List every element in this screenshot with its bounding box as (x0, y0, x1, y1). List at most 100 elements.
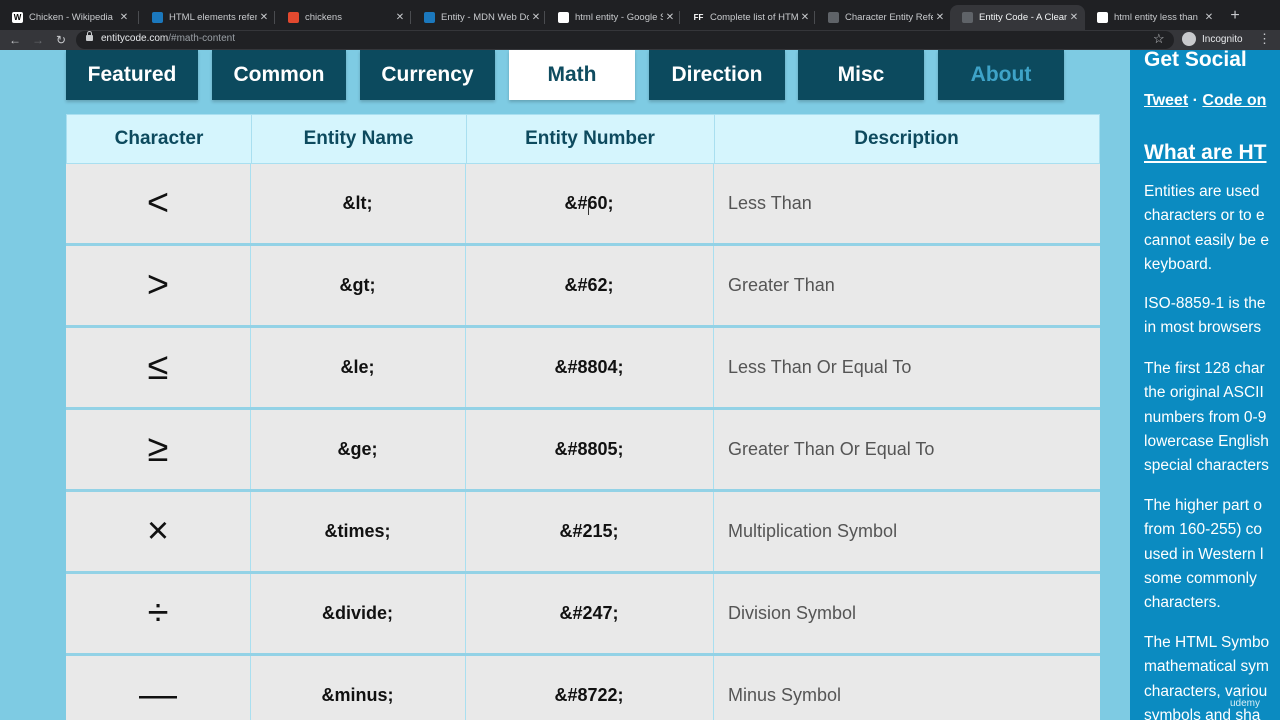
back-icon[interactable]: ← (7, 32, 23, 48)
column-divider (250, 164, 251, 243)
browser-tab[interactable]: W Chicken - Wikipedia ✕ (0, 5, 135, 30)
entity-description: Division Symbol (728, 603, 857, 623)
close-tab-icon[interactable]: ✕ (1202, 12, 1216, 23)
column-divider (250, 246, 251, 325)
browser-tab[interactable]: html entity less than ✕ (1085, 5, 1220, 30)
browser-tab[interactable]: Entity Code - A Clean ✕ (950, 5, 1085, 30)
paragraph-line: from 160-255) co (1144, 521, 1263, 539)
tab-favicon-icon: W (12, 12, 23, 23)
table-row: ÷ &divide; &#247; Division Symbol (66, 574, 1100, 656)
close-tab-icon[interactable]: ✕ (117, 12, 131, 23)
entity-number: &#8805; (554, 439, 624, 459)
nav-tab-featured[interactable]: Featured (66, 50, 198, 100)
paragraph-line: lowercase English (1144, 432, 1269, 450)
paragraph-line: numbers from 0-9 (1144, 408, 1267, 426)
tab-separator (410, 11, 411, 24)
address-bar[interactable]: entitycode.com/#math-content (76, 31, 1174, 49)
browser-tab[interactable]: FF Complete list of HTML ✕ (681, 5, 816, 30)
browser-tab[interactable]: Character Entity Reference✕ (816, 5, 951, 30)
table-row: ≤ &le; &#8804; Less Than Or Equal To (66, 328, 1100, 410)
entity-character: ≥ (147, 428, 169, 470)
paragraph-line: characters or to e (1144, 207, 1265, 225)
entity-name: &divide; (321, 603, 393, 623)
entity-number: &#247; (559, 603, 619, 623)
column-divider (465, 656, 466, 720)
reload-icon[interactable]: ↻ (53, 32, 69, 48)
url-host: entitycode.com (101, 33, 169, 44)
nav-tab-direction[interactable]: Direction (649, 50, 785, 100)
tab-favicon-icon (152, 12, 163, 23)
column-divider (465, 492, 466, 571)
entity-description: Less Than Or Equal To (728, 357, 912, 377)
paragraph-line: some commonly (1144, 569, 1257, 587)
tab-separator (544, 11, 545, 24)
close-tab-icon[interactable]: ✕ (1067, 12, 1081, 23)
browser-tab[interactable]: HTML elements reference✕ (140, 5, 275, 30)
column-divider (250, 410, 251, 489)
entity-character: < (146, 182, 170, 224)
table-row: — &minus; &#8722; Minus Symbol (66, 656, 1100, 720)
tab-title: Entity - MDN Web Docs (441, 12, 529, 23)
paragraph-line: in most browsers (1144, 319, 1262, 337)
paragraph-line: cannot easily be e (1144, 231, 1269, 249)
column-divider (713, 410, 714, 489)
close-tab-icon[interactable]: ✕ (529, 12, 543, 23)
nav-tab-currency[interactable]: Currency (360, 50, 495, 100)
entity-name: &minus; (321, 685, 394, 705)
tab-title: Entity Code - A Clean (979, 12, 1067, 23)
table-row: ≥ &ge; &#8805; Greater Than Or Equal To (66, 410, 1100, 492)
tab-title: Character Entity Reference (845, 12, 933, 23)
sidebar-paragraph: The higher part o from 160-255) co used in… (1144, 494, 1280, 615)
url-path: /#math-content (168, 33, 235, 44)
table-header: Character Entity Name Entity Number Desc… (66, 114, 1100, 164)
get-social-heading: Get Social (1144, 50, 1247, 71)
table-body: < &lt; &#60; Less Than > &gt; &#62; Greater Tha… (66, 164, 1100, 720)
column-divider (465, 410, 466, 489)
nav-tab-misc[interactable]: Misc (798, 50, 924, 100)
incognito-indicator[interactable]: Incognito (1182, 32, 1243, 46)
text-cursor (588, 199, 589, 215)
header-character: Character (114, 128, 204, 149)
link-separator: · (1192, 92, 1198, 109)
new-tab-button[interactable]: + (1226, 5, 1244, 27)
bookmark-star-icon[interactable]: ☆ (1153, 31, 1165, 47)
paragraph-line: The higher part o (1144, 497, 1263, 514)
column-divider (713, 246, 714, 325)
paragraph-line: characters. (1144, 594, 1221, 612)
entity-description: Multiplication Symbol (728, 521, 898, 541)
tab-favicon-icon (424, 12, 435, 23)
social-links: Tweet · Code on (1144, 92, 1266, 110)
table-row: × &times; &#215; Multiplication Symbol (66, 492, 1100, 574)
incognito-icon (1182, 32, 1196, 46)
browser-tab[interactable]: Entity - MDN Web Docs✕ (412, 5, 547, 30)
column-divider (713, 164, 714, 243)
tab-favicon-icon (1097, 12, 1108, 23)
column-divider (713, 574, 714, 653)
tab-favicon-icon: FF (693, 12, 704, 23)
tab-favicon-icon (828, 12, 839, 23)
browser-menu-icon[interactable]: ⋮ (1258, 31, 1271, 47)
nav-tab-about[interactable]: About (938, 50, 1064, 100)
close-tab-icon[interactable]: ✕ (663, 12, 677, 23)
tab-favicon-icon (288, 12, 299, 23)
browser-tab[interactable]: html entity - Google Search✕ (546, 5, 681, 30)
tab-title: chickens (305, 12, 342, 23)
tweet-link[interactable]: Tweet (1144, 92, 1188, 109)
browser-tab[interactable]: chickens ✕ (276, 5, 411, 30)
entity-number: &#215; (559, 521, 619, 541)
nav-tab-common[interactable]: Common (212, 50, 346, 100)
header-entity-number: Entity Number (525, 128, 655, 149)
code-on-link[interactable]: Code on (1202, 92, 1266, 109)
what-are-heading: What are HT (1144, 141, 1267, 164)
tab-separator (814, 11, 815, 24)
close-tab-icon[interactable]: ✕ (257, 12, 271, 23)
close-tab-icon[interactable]: ✕ (798, 12, 812, 23)
close-tab-icon[interactable]: ✕ (933, 12, 947, 23)
paragraph-line: the original ASCII (1144, 384, 1264, 402)
sidebar-paragraph: Entities are used characters or to e canno… (1144, 180, 1280, 277)
column-divider (465, 164, 466, 243)
column-divider (713, 328, 714, 407)
forward-icon[interactable]: → (30, 32, 46, 48)
nav-tab-math[interactable]: Math (509, 50, 635, 100)
close-tab-icon[interactable]: ✕ (393, 12, 407, 23)
